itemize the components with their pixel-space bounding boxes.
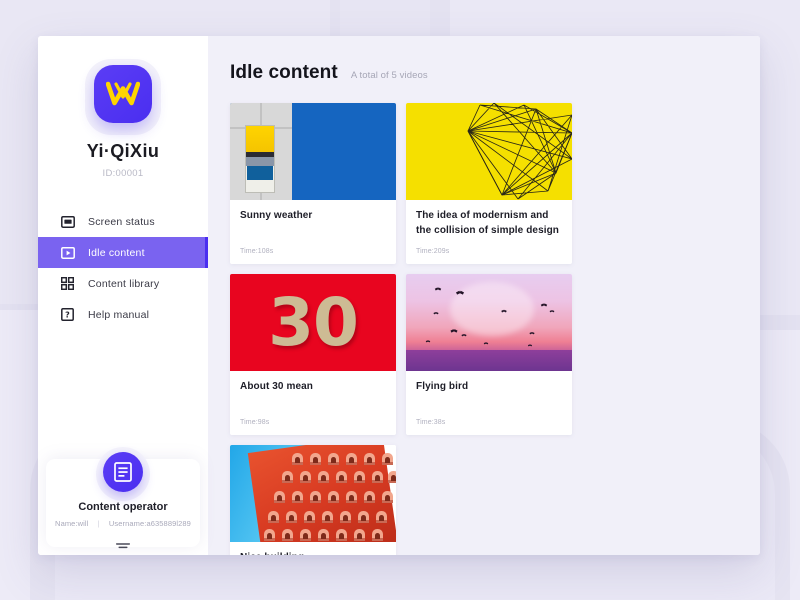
sidebar-item-label: Content library [88, 277, 160, 290]
video-card[interactable]: Nice building Time:66s [230, 445, 396, 555]
video-title: Sunny weather [240, 210, 313, 221]
play-box-icon [60, 245, 75, 260]
monitor-icon [60, 214, 75, 229]
app-stage: Yi·QiXiu ID:00001 Screen status Idle con… [0, 0, 800, 600]
logo-wrapper [85, 59, 161, 135]
sidebar-item-idle-content[interactable]: Idle content [38, 237, 208, 268]
video-title: The idea of modernism and the collision … [416, 210, 560, 236]
page-title: Idle content [230, 62, 338, 83]
brand-block: Yi·QiXiu ID:00001 [38, 36, 208, 179]
video-card[interactable]: The idea of modernism and the collision … [406, 103, 572, 264]
content-area: Idle content A total of 5 videos Sunny w… [208, 36, 760, 555]
page-subtitle: A total of 5 videos [350, 70, 428, 81]
flying-bird-thumb [406, 274, 572, 371]
sidebar-nav: Screen status Idle content Content libra… [38, 206, 208, 330]
video-duration: Time:209s [416, 248, 450, 255]
video-card[interactable]: Sunny weather Time:108s [230, 103, 396, 264]
w-logo-icon [94, 65, 152, 123]
video-duration: Time:108s [240, 248, 274, 255]
page-header: Idle content A total of 5 videos [230, 62, 738, 84]
sidebar-item-label: Idle content [88, 246, 145, 259]
operator-meta: Name:will | Username:a635889l289 [38, 519, 208, 528]
operator-name: Name:will [55, 519, 89, 528]
video-duration: Time:98s [240, 419, 270, 426]
app-window: Yi·QiXiu ID:00001 Screen status Idle con… [38, 36, 760, 555]
svg-text:?: ? [65, 310, 70, 319]
grid-squares-icon [60, 276, 75, 291]
question-box-icon: ? [60, 307, 75, 322]
operator-title: Content operator [78, 501, 168, 513]
number-thirty-thumb: 30 [230, 274, 396, 371]
thumb-number-text: 30 [268, 283, 359, 361]
video-title: About 30 mean [240, 381, 313, 392]
video-duration: Time:38s [416, 419, 446, 426]
sidebar-item-label: Screen status [88, 215, 155, 228]
sidebar-item-content-library[interactable]: Content library [38, 268, 208, 299]
operator-panel: Content operator Name:will | Username:a6… [38, 443, 208, 555]
video-title: Nice building [240, 551, 386, 555]
sidebar-item-label: Help manual [88, 308, 150, 321]
sidebar-item-help-manual[interactable]: ? Help manual [38, 299, 208, 330]
video-card[interactable]: 30 About 30 mean Time:98s [230, 274, 396, 435]
modernism-wireframe-thumb [406, 103, 572, 200]
video-card-grid: Sunny weather Time:108s The idea of mode… [230, 103, 738, 555]
sunny-weather-thumb [230, 103, 396, 200]
drag-handle-icon[interactable] [114, 537, 132, 555]
operator-meta-separator: | [97, 519, 100, 528]
video-card[interactable]: Flying bird Time:38s [406, 274, 572, 435]
brand-name: Yi·QiXiu [86, 141, 160, 161]
video-title: Flying bird [416, 381, 469, 392]
brand-id: ID:00001 [102, 168, 144, 179]
nice-building-thumb [230, 445, 396, 542]
sidebar-item-screen-status[interactable]: Screen status [38, 206, 208, 237]
operator-username: Username:a635889l289 [108, 519, 191, 528]
sidebar: Yi·QiXiu ID:00001 Screen status Idle con… [38, 36, 208, 555]
avatar[interactable] [103, 452, 143, 492]
